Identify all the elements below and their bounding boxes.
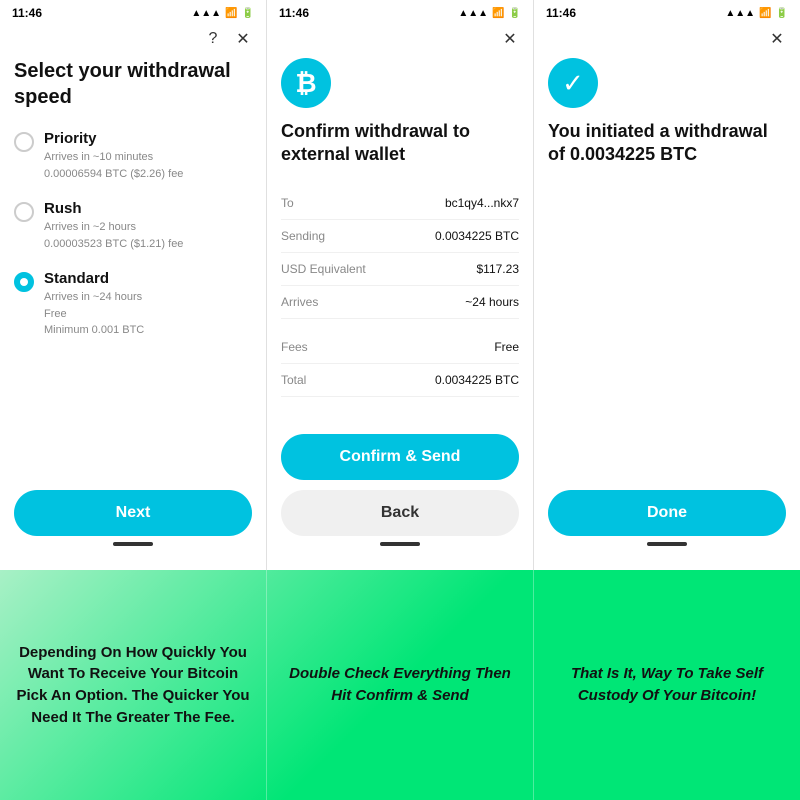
option-priority-desc: Arrives in ~10 minutes0.00006594 BTC ($2… bbox=[44, 149, 183, 182]
detail-fees: Fees Free bbox=[281, 331, 519, 364]
screen-1: 11:46 ▲▲▲ 📶 🔋 ? ✕ Select your withdrawal… bbox=[0, 0, 267, 570]
next-button[interactable]: Next bbox=[14, 490, 252, 536]
label-to: To bbox=[281, 196, 294, 210]
option-priority-label: Priority bbox=[44, 130, 183, 147]
screen-1-content: Select your withdrawal speed Priority Ar… bbox=[0, 58, 266, 480]
screen-3: 11:46 ▲▲▲ 📶 🔋 ✕ ✓ You initiated a withdr… bbox=[534, 0, 800, 570]
close-icon-3[interactable]: ✕ bbox=[766, 28, 788, 50]
done-button[interactable]: Done bbox=[548, 490, 786, 536]
option-rush-label: Rush bbox=[44, 200, 183, 217]
check-icon: ✓ bbox=[548, 58, 598, 108]
option-priority[interactable]: Priority Arrives in ~10 minutes0.0000659… bbox=[14, 130, 252, 182]
signal-icon-2: ▲▲▲ bbox=[458, 8, 488, 19]
label-arrives: Arrives bbox=[281, 295, 318, 309]
detail-arrives: Arrives ~24 hours bbox=[281, 286, 519, 319]
status-bar-3: 11:46 ▲▲▲ 📶 🔋 bbox=[534, 0, 800, 24]
signal-icon: ▲▲▲ bbox=[191, 8, 221, 19]
value-fees: Free bbox=[494, 340, 519, 354]
screen-2-footer: Confirm & Send Back bbox=[267, 424, 533, 570]
screens-row: 11:46 ▲▲▲ 📶 🔋 ? ✕ Select your withdrawal… bbox=[0, 0, 800, 570]
detail-usd: USD Equivalent $117.23 bbox=[281, 253, 519, 286]
label-total: Total bbox=[281, 373, 306, 387]
time-3: 11:46 bbox=[546, 6, 576, 20]
success-title: You initiated a withdrawal of 0.0034225 … bbox=[548, 120, 786, 167]
screen-1-title: Select your withdrawal speed bbox=[14, 58, 252, 110]
status-bar-1: 11:46 ▲▲▲ 📶 🔋 bbox=[0, 0, 266, 24]
screen-1-footer: Next bbox=[0, 480, 266, 570]
value-to: bc1qy4...nkx7 bbox=[445, 196, 519, 210]
value-total: 0.0034225 BTC bbox=[435, 373, 519, 387]
back-button[interactable]: Back bbox=[281, 490, 519, 536]
divider bbox=[281, 319, 519, 331]
value-usd: $117.23 bbox=[477, 262, 520, 276]
captions-row: Depending On How Quickly You Want To Rec… bbox=[0, 570, 800, 800]
screen-2-content: ₿ Confirm withdrawal to external wallet … bbox=[267, 58, 533, 424]
battery-icon-2: 🔋 bbox=[509, 8, 521, 19]
caption-text-3: That Is It, Way To Take Self Custody Of … bbox=[546, 663, 788, 707]
screen-2-header: ✕ bbox=[267, 24, 533, 58]
caption-text-1: Depending On How Quickly You Want To Rec… bbox=[12, 642, 254, 729]
value-arrives: ~24 hours bbox=[465, 295, 519, 309]
detail-total: Total 0.0034225 BTC bbox=[281, 364, 519, 397]
confirm-send-button[interactable]: Confirm & Send bbox=[281, 434, 519, 480]
label-usd: USD Equivalent bbox=[281, 262, 366, 276]
caption-2: Double Check Everything Then Hit Confirm… bbox=[267, 570, 534, 800]
label-sending: Sending bbox=[281, 229, 325, 243]
help-icon[interactable]: ? bbox=[202, 28, 224, 50]
option-rush-desc: Arrives in ~2 hours0.00003523 BTC ($1.21… bbox=[44, 219, 183, 252]
home-indicator-2 bbox=[380, 542, 420, 546]
caption-text-2: Double Check Everything Then Hit Confirm… bbox=[279, 663, 521, 707]
caption-3: That Is It, Way To Take Self Custody Of … bbox=[534, 570, 800, 800]
screen-3-content: ✓ You initiated a withdrawal of 0.003422… bbox=[534, 58, 800, 480]
option-standard[interactable]: Standard Arrives in ~24 hoursFreeMinimum… bbox=[14, 270, 252, 339]
radio-standard[interactable] bbox=[14, 272, 34, 292]
option-standard-desc: Arrives in ~24 hoursFreeMinimum 0.001 BT… bbox=[44, 289, 144, 339]
status-icons-3: ▲▲▲ 📶 🔋 bbox=[725, 8, 788, 19]
close-icon-1[interactable]: ✕ bbox=[232, 28, 254, 50]
radio-priority[interactable] bbox=[14, 132, 34, 152]
screen-3-header: ✕ bbox=[534, 24, 800, 58]
wifi-icon-3: 📶 bbox=[759, 8, 771, 19]
status-icons-2: ▲▲▲ 📶 🔋 bbox=[458, 8, 521, 19]
option-standard-label: Standard bbox=[44, 270, 144, 287]
radio-rush[interactable] bbox=[14, 202, 34, 222]
wifi-icon-2: 📶 bbox=[492, 8, 504, 19]
home-indicator-3 bbox=[647, 542, 687, 546]
screen-3-footer: Done bbox=[534, 480, 800, 570]
time-1: 11:46 bbox=[12, 6, 42, 20]
battery-icon: 🔋 bbox=[242, 8, 254, 19]
btc-icon: ₿ bbox=[281, 58, 331, 108]
detail-to: To bc1qy4...nkx7 bbox=[281, 187, 519, 220]
label-fees: Fees bbox=[281, 340, 308, 354]
signal-icon-3: ▲▲▲ bbox=[725, 8, 755, 19]
screen-1-header: ? ✕ bbox=[0, 24, 266, 58]
confirm-title: Confirm withdrawal to external wallet bbox=[281, 120, 519, 167]
caption-1: Depending On How Quickly You Want To Rec… bbox=[0, 570, 267, 800]
detail-sending: Sending 0.0034225 BTC bbox=[281, 220, 519, 253]
option-rush[interactable]: Rush Arrives in ~2 hours0.00003523 BTC (… bbox=[14, 200, 252, 252]
screen-2: 11:46 ▲▲▲ 📶 🔋 ✕ ₿ Confirm withdrawal to … bbox=[267, 0, 534, 570]
home-indicator-1 bbox=[113, 542, 153, 546]
wifi-icon: 📶 bbox=[225, 8, 237, 19]
value-sending: 0.0034225 BTC bbox=[435, 229, 519, 243]
battery-icon-3: 🔋 bbox=[776, 8, 788, 19]
close-icon-2[interactable]: ✕ bbox=[499, 28, 521, 50]
time-2: 11:46 bbox=[279, 6, 309, 20]
status-icons-1: ▲▲▲ 📶 🔋 bbox=[191, 8, 254, 19]
status-bar-2: 11:46 ▲▲▲ 📶 🔋 bbox=[267, 0, 533, 24]
